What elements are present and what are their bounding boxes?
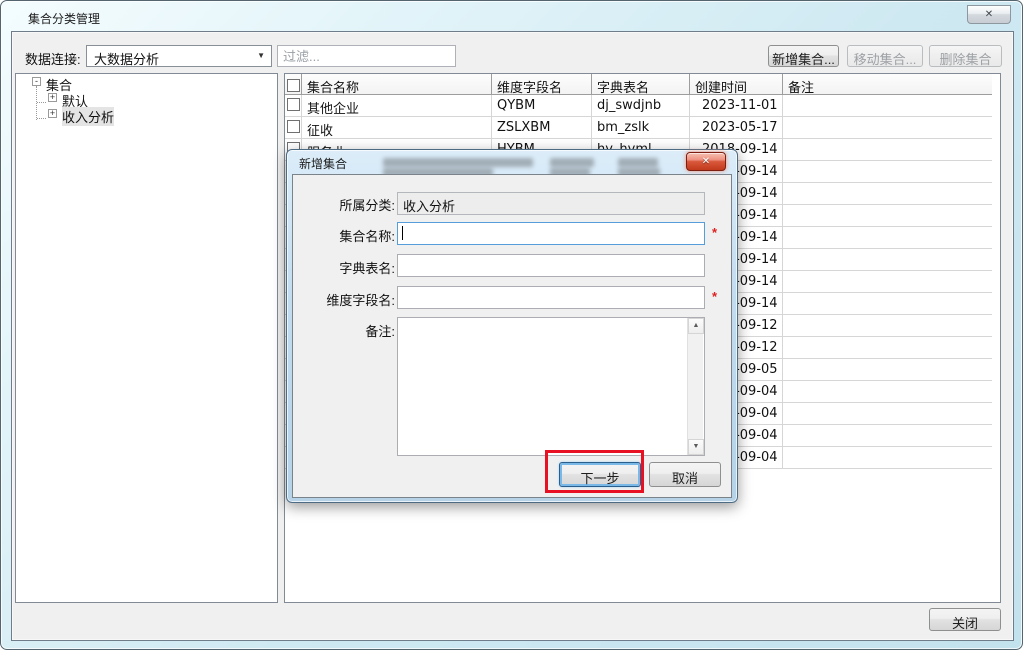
tree-connector [37,118,46,119]
cell-dim: QYBM [492,95,592,117]
cell-note [783,293,992,315]
cell-note [783,117,992,139]
cell-note [783,205,992,227]
table-row[interactable]: 其他企业QYBMdj_swdjnb2023-11-01 [285,95,992,117]
cell-note [783,447,992,469]
glass-reflection [383,158,533,167]
scroll-up-icon[interactable]: ▲ [688,318,704,334]
header-dict-table[interactable]: 字典表名 [592,74,690,95]
close-icon: ✕ [702,156,710,167]
note-label: 备注: [299,321,395,340]
cell-note [783,249,992,271]
cell-note [783,315,992,337]
window: 集合分类管理 ✕ 数据连接: 大数据分析 ▼ 新增集合... 移动集合... 删… [0,0,1023,650]
cell-note [783,425,992,447]
filter-input[interactable] [277,45,456,67]
cell-created: 2023-11-01 [690,95,783,117]
cell-note [783,381,992,403]
header-created[interactable]: 创建时间 [690,74,783,95]
new-collection-dialog: 新增集合 ✕ 所属分类: 收入分析 集合名称: * 字典表名: [286,149,738,503]
tree-collapse-icon[interactable]: - [32,77,41,86]
textarea-scrollbar[interactable]: ▲ ▼ [687,318,703,455]
dimension-field-input[interactable] [397,286,705,309]
cell-note [783,337,992,359]
cell-dict: dj_swdjnb [592,95,690,117]
required-marker: * [712,289,717,304]
table-row[interactable]: 征收ZSLXBMbm_zslk2023-05-17 [285,117,992,139]
tree-expand-icon[interactable]: + [48,93,57,102]
cell-note [783,95,992,117]
dialog-close-button[interactable]: ✕ [686,152,726,171]
tree-connector [37,102,46,103]
dialog-body: 所属分类: 收入分析 集合名称: * 字典表名: 维度字段名: * 备注: ▲ … [292,174,732,498]
connection-value: 大数据分析 [94,49,159,68]
dimension-label: 维度字段名: [299,290,395,309]
close-icon: ✕ [985,9,993,20]
dialog-titlebar: 新增集合 [288,151,736,174]
category-label: 所属分类: [299,195,395,214]
connection-label: 数据连接: [25,49,81,68]
cell-note [783,227,992,249]
cell-name: 其他企业 [302,95,492,117]
dict-table-input[interactable] [397,254,705,277]
screen: 集合分类管理 ✕ 数据连接: 大数据分析 ▼ 新增集合... 移动集合... 删… [0,0,1023,650]
close-window-button[interactable]: 关闭 [929,608,1001,631]
cancel-button[interactable]: 取消 [649,462,721,487]
add-collection-button[interactable]: 新增集合... [768,45,839,67]
cell-note [783,161,992,183]
cell-dict: bm_zslk [592,117,690,139]
move-collection-button[interactable]: 移动集合... [847,45,923,67]
window-title: 集合分类管理 [28,10,100,27]
cell-name: 征收 [302,117,492,139]
delete-collection-button[interactable]: 删除集合 [929,45,1002,67]
collection-name-input[interactable] [397,222,705,245]
dict-label: 字典表名: [299,258,395,277]
cell-note [783,183,992,205]
header-note[interactable]: 备注 [783,74,992,95]
cell-note [783,403,992,425]
cell-note [783,359,992,381]
dialog-title: 新增集合 [299,155,347,172]
connection-select[interactable]: 大数据分析 ▼ [86,45,272,67]
glass-reflection [618,158,658,167]
cell-dim: ZSLXBM [492,117,592,139]
row-checkbox[interactable] [287,120,300,133]
tree-item-income-analysis[interactable]: 收入分析 [62,107,114,126]
header-dimension-field[interactable]: 维度字段名 [492,74,592,95]
scroll-down-icon[interactable]: ▼ [688,439,704,455]
glass-reflection [550,158,594,167]
window-close-button[interactable]: ✕ [967,5,1011,24]
header-checkbox-cell [285,74,302,95]
chevron-down-icon: ▼ [257,51,265,60]
category-tree-panel: - 集合 + 默认 + 收入分析 [15,73,278,603]
cell-note [783,271,992,293]
note-textarea[interactable] [397,317,705,456]
row-checkbox-cell [285,117,302,139]
required-marker: * [712,225,717,240]
row-checkbox-cell [285,95,302,117]
row-checkbox[interactable] [287,98,300,111]
next-step-button[interactable]: 下一步 [559,462,641,487]
header-name[interactable]: 集合名称 [302,74,492,95]
table-header: 集合名称 维度字段名 字典表名 创建时间 备注 [285,74,992,95]
cell-note [783,139,992,161]
tree-connector [36,86,37,120]
select-all-checkbox[interactable] [287,79,300,92]
category-value-box: 收入分析 [397,192,705,215]
cell-created: 2023-05-17 [690,117,783,139]
text-caret [402,226,403,240]
tree-expand-icon[interactable]: + [48,109,57,118]
name-label: 集合名称: [299,226,395,245]
